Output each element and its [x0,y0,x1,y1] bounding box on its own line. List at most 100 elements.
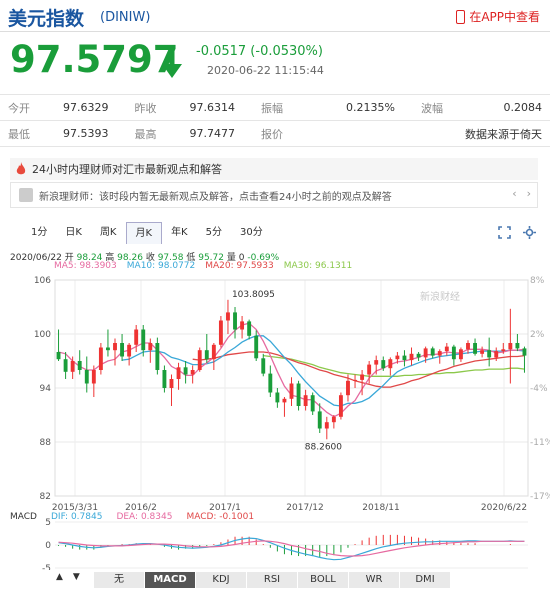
candle-body [444,346,449,352]
candle-body [282,398,287,403]
tab-30min[interactable]: 30分 [231,222,272,244]
quote-value: 97.6329 [55,94,117,121]
y-tick-label: 82 [40,492,51,502]
candle-body [183,367,188,375]
current-price: 97.5797 [10,38,179,81]
candle-body [162,370,167,388]
fullscreen-icon[interactable] [498,226,511,239]
candle-body [402,355,407,361]
x-tick-label: 2018/11 [362,503,399,513]
tab-1min[interactable]: 1分 [22,222,56,244]
candle-body [501,349,506,352]
opinion-text: 新浪理财师：该时段内暂无最新观点及解答，点击查看24小时之前的观点及解答 [39,191,392,203]
candle-body [430,348,435,356]
pct-tick-label: 8% [530,276,545,286]
indicator-tab-none[interactable]: 无 [94,572,145,588]
candle-body [310,395,315,412]
candle-body [106,347,110,351]
candle-body [487,350,492,358]
candle-body [240,321,245,330]
pct-tick-label: -17% [530,492,550,502]
candle-body [56,352,61,360]
watermark-text: 新浪财经 [420,290,460,303]
y-tick-label: 100 [34,330,51,340]
candle-body [466,343,470,350]
candle-body [303,395,308,406]
indicator-tab-macd[interactable]: MACD [145,572,196,588]
candle-body [275,392,280,403]
opinion-nav: ‹ › [512,187,531,200]
candle-body [148,343,153,351]
price-area: 97.5797 -0.0517 (-0.0530%) 2020-06-22 11… [0,34,550,92]
candle-body [317,411,322,429]
up-arrow-icon[interactable]: ▲ [56,572,63,582]
candle-body [77,361,82,370]
candle-body [268,373,273,393]
indicator-tab-kdj[interactable]: KDJ [196,572,247,588]
candle-body [113,343,117,351]
header-bar: 美元指数 (DINIW) 在APP中查看 [0,0,550,32]
page-title: 美元指数 [8,8,85,30]
candle-body [247,321,252,336]
quote-row: 最低 97.5393 最高 97.7477 报价 数据来源于倚天 [0,120,550,147]
chevron-right-icon[interactable]: › [527,187,531,200]
candle-body [254,335,259,359]
candle-body [360,374,365,380]
y-tick-label: 106 [34,276,51,286]
candle-body [409,353,414,361]
indicator-tab-dmi[interactable]: DMI [400,572,451,588]
quote-label: 报价 [243,120,328,147]
indicator-nav: ▲ ▼ [56,572,80,582]
quote-value: 0.2084 [478,94,550,121]
candle-body [480,350,485,354]
tab-weekly[interactable]: 周K [91,222,126,244]
candle-body [169,379,174,388]
candle-body [338,395,343,417]
candle-body [261,358,266,374]
candle-body [84,370,89,384]
candle-body [226,312,230,321]
tab-monthly[interactable]: 月K [125,222,163,244]
opinion-header[interactable]: 24小时内理财师对汇市最新观点和解答 [10,158,538,180]
low-annotation: 88.2600 [305,442,342,452]
macd-dea: DEA: 0.8345 [116,512,173,522]
tab-daily[interactable]: 日K [56,222,91,244]
indicator-tab-boll[interactable]: BOLL [298,572,349,588]
avatar [19,188,33,202]
open-in-app-link[interactable]: 在APP中查看 [456,8,540,25]
macd-dif: DIF: 0.7845 [50,512,103,522]
candle-body [395,355,400,360]
candle-body [494,351,499,358]
kline-chart[interactable]: 1068%1002%94-4%88-11%82-17%2015/3/312016… [0,270,550,570]
candle-body [190,370,195,375]
y-tick-label: 94 [40,384,52,394]
candle-body [437,351,442,356]
settings-icon[interactable] [523,226,536,239]
y-tick-label: 88 [40,438,52,448]
down-arrow-icon [162,46,182,78]
chevron-left-icon[interactable]: ‹ [512,187,516,200]
candle-body [98,347,103,370]
phone-icon [456,9,466,24]
candle-body [134,329,139,345]
candle-body [296,383,301,406]
indicator-tab-rsi[interactable]: RSI [247,572,298,588]
candle-body [367,364,372,375]
candle-body [91,370,96,384]
indicator-tab-wr[interactable]: WR [349,572,400,588]
candle-body [289,383,294,399]
tab-yearly[interactable]: 年K [162,222,197,244]
candle-body [127,344,132,357]
opinion-item[interactable]: 新浪理财师：该时段内暂无最新观点及解答，点击查看24小时之前的观点及解答 ‹ › [10,182,538,208]
down-arrow-icon[interactable]: ▼ [73,572,80,582]
macd-value: MACD: -0.1001 [186,512,255,522]
candle-body [346,380,350,396]
pct-tick-label: -4% [530,384,548,394]
pct-tick-label: 2% [530,330,545,340]
candle-body [416,353,421,358]
candle-body [473,343,477,354]
tab-5min[interactable]: 5分 [197,222,231,244]
x-tick-label: 2017/12 [286,503,323,513]
chart-tools [498,226,536,239]
candle-body [141,329,146,351]
